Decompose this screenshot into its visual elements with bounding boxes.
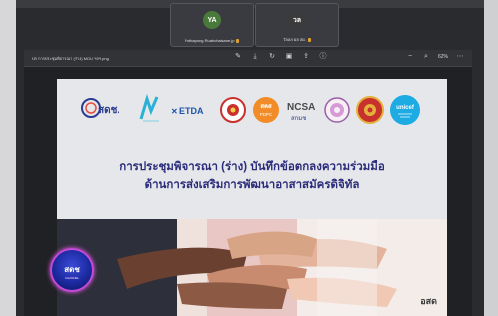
download-icon[interactable]: ⤓ bbox=[251, 53, 259, 61]
sdch-logo: สดช. bbox=[79, 93, 119, 127]
right-window-edge bbox=[484, 0, 498, 316]
rotate-icon[interactable]: ↻ bbox=[268, 53, 276, 61]
toolbar-right: − ⌕ 62% ⋯ bbox=[406, 53, 464, 61]
slide-image: สดช. ✕ ETDA สคส PDPC NCSA สกมช unicef กา… bbox=[57, 79, 447, 316]
svg-text:✕: ✕ bbox=[171, 107, 178, 116]
slide-title-line-2: ด้านการส่งเสริมการพัฒนาอาสาสมัครดิจิทัล bbox=[144, 179, 360, 191]
participant-tile-1[interactable]: YA Yothapong Ruahchaisane.jp bbox=[170, 3, 254, 47]
more-icon[interactable]: ⋯ bbox=[456, 53, 464, 61]
participant-name: Yothapong Ruahchaisane.jp bbox=[184, 38, 235, 43]
file-name: ปก การประชุมพิจารณา (ร่าง) MOU ฯลฯ.png bbox=[32, 56, 109, 61]
ncsa-logo-bottom: สกมช bbox=[291, 115, 306, 122]
etda-logo-text: ETDA bbox=[179, 106, 204, 116]
pdpc-logo: สคส PDPC bbox=[251, 93, 281, 127]
ncsa-logo-top: NCSA bbox=[287, 102, 315, 113]
mic-icon bbox=[307, 37, 311, 42]
share-icon[interactable]: ⇪ bbox=[302, 53, 310, 61]
sdch-logo-text: สดช. bbox=[98, 105, 119, 116]
mic-icon bbox=[236, 38, 240, 43]
channel-badge-logo: สดช CHANNEL bbox=[50, 248, 94, 292]
pdpc-logo-bottom: PDPC bbox=[260, 112, 273, 117]
etda-logo: ✕ ETDA bbox=[169, 93, 215, 127]
logo-row: สดช. ✕ ETDA สคส PDPC NCSA สกมช unicef bbox=[57, 93, 447, 133]
photo-logo-text: อสด bbox=[420, 296, 437, 306]
digital-agency-logo bbox=[135, 93, 165, 127]
info-icon[interactable]: ⓘ bbox=[319, 53, 327, 61]
ministry-seal-logo bbox=[323, 93, 351, 127]
pdpc-logo-top: สคส bbox=[260, 103, 272, 110]
ncsa-logo: NCSA สกมช bbox=[285, 93, 319, 127]
badge-text: สดช bbox=[64, 265, 80, 274]
search-icon[interactable]: ⌕ bbox=[422, 53, 430, 61]
toolbar-tools: ✎ ⤓ ↻ ▣ ⇪ ⓘ bbox=[234, 53, 327, 61]
hands-together-photo: อสด bbox=[57, 219, 447, 316]
slide-title-line-1: การประชุมพิจารณา (ร่าง) บันทึกข้อตกลงควา… bbox=[119, 161, 385, 173]
unicef-logo-text: unicef bbox=[396, 105, 415, 111]
zoom-out-icon[interactable]: − bbox=[406, 53, 414, 61]
viewer-toolbar: ปก การประชุมพิจารณา (ร่าง) MOU ฯลฯ.png ✎… bbox=[24, 50, 472, 67]
participant-tile-2[interactable]: วล วัลลภ ผล สผ. bbox=[255, 3, 339, 47]
badge-subtext: CHANNEL bbox=[64, 276, 80, 280]
zoom-level[interactable]: 62% bbox=[438, 54, 448, 60]
participant-name: วัลลภ ผล สผ. bbox=[283, 37, 306, 42]
unicef-logo: unicef bbox=[389, 93, 421, 127]
police-seal-logo bbox=[355, 93, 385, 127]
lock-icon[interactable]: ▣ bbox=[285, 53, 293, 61]
dept-emblem-logo bbox=[219, 93, 247, 127]
left-window-edge bbox=[0, 0, 16, 316]
edit-icon[interactable]: ✎ bbox=[234, 53, 242, 61]
avatar: YA bbox=[203, 11, 221, 29]
avatar: วล bbox=[288, 11, 306, 29]
